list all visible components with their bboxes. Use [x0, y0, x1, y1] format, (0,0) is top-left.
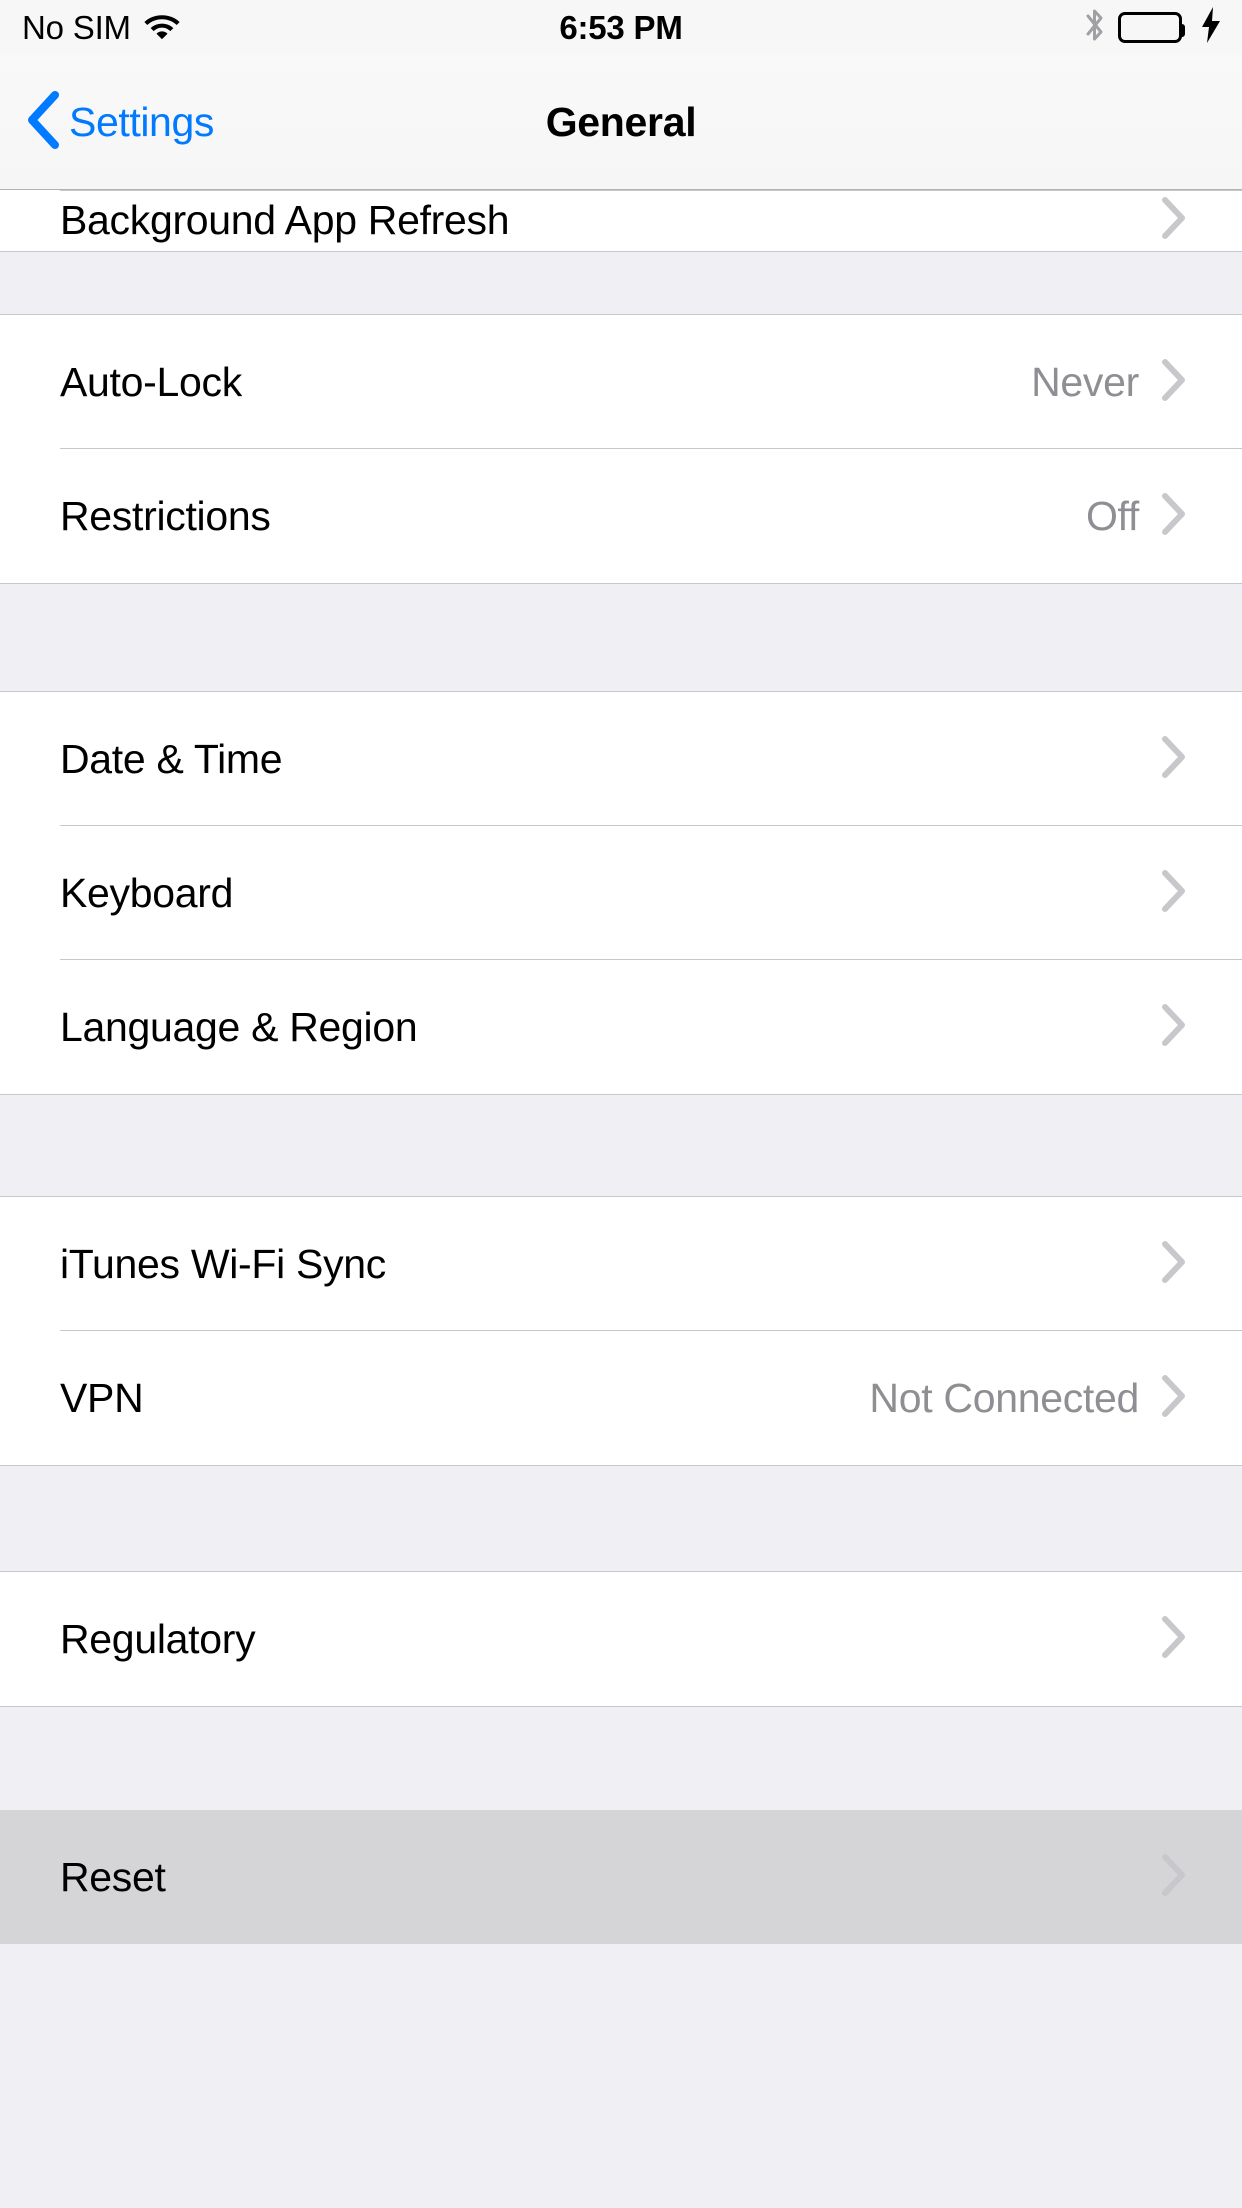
row-label: Keyboard: [60, 869, 234, 916]
battery-icon: [1118, 12, 1187, 43]
navigation-bar: Settings General: [0, 55, 1242, 190]
settings-row-vpn[interactable]: VPN Not Connected: [0, 1331, 1242, 1465]
settings-group-sync-vpn: iTunes Wi-Fi Sync VPN Not Connected: [0, 1196, 1242, 1466]
status-bar-center: 6:53 PM: [0, 0, 1242, 55]
settings-row-regulatory[interactable]: Regulatory: [0, 1572, 1242, 1706]
row-label: Regulatory: [60, 1615, 256, 1662]
row-value: Never: [1031, 358, 1139, 405]
chevron-right-icon: [1161, 358, 1187, 407]
bluetooth-icon: [1083, 6, 1107, 49]
settings-row-restrictions[interactable]: Restrictions Off: [0, 449, 1242, 583]
row-accessory: [1161, 1003, 1242, 1052]
settings-row-background-app-refresh[interactable]: Background App Refresh: [0, 190, 1242, 251]
row-label: Restrictions: [60, 492, 271, 539]
section-spacer: [0, 1707, 1242, 1810]
row-label: Background App Refresh: [60, 197, 510, 243]
chevron-right-icon: [1161, 1374, 1187, 1423]
settings-row-itunes-wi-fi-sync[interactable]: iTunes Wi-Fi Sync: [0, 1197, 1242, 1331]
row-accessory: Off: [1086, 492, 1242, 541]
row-accessory: [1161, 1853, 1242, 1902]
row-value: Not Connected: [869, 1374, 1139, 1421]
chevron-right-icon: [1161, 1853, 1187, 1902]
status-bar-right: [1083, 0, 1222, 55]
row-label: VPN: [60, 1374, 144, 1421]
row-accessory: Never: [1031, 358, 1242, 407]
section-spacer: [0, 1095, 1242, 1196]
settings-row-keyboard[interactable]: Keyboard: [0, 826, 1242, 960]
row-label: Reset: [60, 1853, 166, 1900]
settings-table[interactable]: Background App Refresh Auto-Lock Never Rest…: [0, 190, 1242, 2208]
section-spacer: [0, 584, 1242, 691]
iphone-screen: No SIM 6:53 PM Settings General Backgrou…: [0, 0, 1242, 2208]
row-label: Date & Time: [60, 735, 283, 782]
settings-row-auto-lock[interactable]: Auto-Lock Never: [0, 315, 1242, 449]
row-accessory: [1161, 196, 1242, 245]
row-label: iTunes Wi-Fi Sync: [60, 1240, 386, 1287]
row-accessory: [1161, 735, 1242, 784]
settings-group-regulatory: Regulatory: [0, 1571, 1242, 1707]
chevron-right-icon: [1161, 735, 1187, 784]
clock-label: 6:53 PM: [559, 9, 683, 46]
chevron-right-icon: [1161, 196, 1187, 245]
section-spacer: [0, 1466, 1242, 1571]
section-spacer: [0, 252, 1242, 314]
row-accessory: [1161, 1615, 1242, 1664]
row-accessory: [1161, 869, 1242, 918]
row-accessory: [1161, 1240, 1242, 1289]
row-label: Language & Region: [60, 1003, 418, 1050]
settings-group-reset: Reset: [0, 1810, 1242, 1944]
lightning-bolt-icon: [1200, 7, 1222, 48]
settings-row-date-time[interactable]: Date & Time: [0, 692, 1242, 826]
settings-row-reset[interactable]: Reset: [0, 1810, 1242, 1944]
page-title: General: [545, 98, 697, 145]
status-bar: No SIM 6:53 PM: [0, 0, 1242, 55]
settings-group-date-keyboard-language: Date & Time Keyboard Language & Region: [0, 691, 1242, 1095]
settings-row-language-region[interactable]: Language & Region: [0, 960, 1242, 1094]
settings-group-background-app-refresh: Background App Refresh: [0, 190, 1242, 252]
row-accessory: Not Connected: [869, 1374, 1242, 1423]
row-label: Auto-Lock: [60, 358, 242, 405]
settings-group-lock-restrictions: Auto-Lock Never Restrictions Off: [0, 314, 1242, 584]
chevron-right-icon: [1161, 869, 1187, 918]
chevron-right-icon: [1161, 1003, 1187, 1052]
row-value: Off: [1085, 492, 1139, 539]
chevron-right-icon: [1161, 492, 1187, 541]
chevron-right-icon: [1161, 1240, 1187, 1289]
table-footer-spacer: [0, 1944, 1242, 2055]
chevron-right-icon: [1161, 1615, 1187, 1664]
